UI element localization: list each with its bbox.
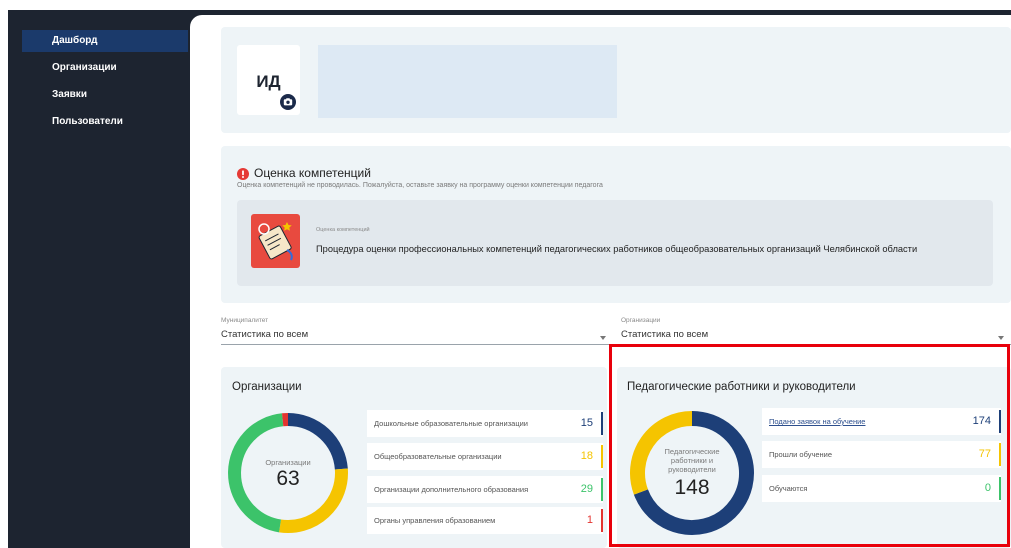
widget-title: Педагогические работники и руководители bbox=[627, 381, 856, 393]
organization-select[interactable]: Организации Статистика по всем bbox=[621, 316, 1011, 345]
legend-label: Общеобразовательные организации bbox=[374, 452, 502, 461]
legend-row: Органы управления образованием 1 bbox=[367, 507, 603, 534]
profile-info-placeholder bbox=[318, 45, 617, 118]
sidebar: Дашборд Организации Заявки Пользователи bbox=[8, 10, 190, 548]
legend-color-bar bbox=[601, 478, 603, 501]
municipality-value: Статистика по всем bbox=[221, 329, 309, 340]
legend-color-bar bbox=[999, 410, 1001, 433]
widget-title: Организации bbox=[232, 381, 302, 393]
legend-value: 0 bbox=[984, 482, 991, 494]
legend-value: 174 bbox=[972, 415, 991, 427]
exclamation-circle-icon bbox=[237, 167, 249, 180]
legend-row: Прошли обучение 77 bbox=[762, 441, 1001, 468]
competency-card: Оценка компетенций Оценка компетенций не… bbox=[221, 146, 1011, 303]
legend-color-bar bbox=[601, 445, 603, 468]
camera-icon[interactable] bbox=[280, 94, 296, 110]
avatar-initials: ИД bbox=[256, 72, 281, 91]
legend-label: Обучаются bbox=[769, 484, 808, 493]
organization-value: Статистика по всем bbox=[621, 329, 709, 340]
legend-color-bar bbox=[999, 477, 1001, 500]
legend-color-bar bbox=[601, 509, 603, 532]
profile-card: ИД bbox=[221, 27, 1011, 133]
app-window: Дашборд Организации Заявки Пользователи … bbox=[0, 0, 1011, 548]
donut-center-label: Организации bbox=[265, 458, 311, 467]
sidebar-item-organizations[interactable]: Организации bbox=[22, 57, 188, 79]
legend-row: Подано заявок на обучение 174 bbox=[762, 408, 1001, 435]
organizations-widget: Организации Организации 63 Дошкольные об… bbox=[221, 367, 607, 548]
teachers-widget: Педагогические работники и руководители … bbox=[617, 367, 1011, 548]
legend-label: Органы управления образованием bbox=[374, 516, 496, 525]
legend-color-bar bbox=[601, 412, 603, 435]
sidebar-item-requests[interactable]: Заявки bbox=[22, 84, 188, 106]
legend-value: 29 bbox=[580, 483, 593, 495]
donut-center-label: Педагогические работники и руководители bbox=[664, 447, 720, 474]
chevron-down-icon[interactable] bbox=[998, 336, 1004, 340]
legend-value: 15 bbox=[580, 417, 593, 429]
legend-row: Дошкольные образовательные организации 1… bbox=[367, 410, 603, 437]
legend-label: Прошли обучение bbox=[769, 450, 833, 459]
main-content: ИД Оценка компетенций Оценка компетенций… bbox=[190, 15, 1011, 548]
legend-row: Общеобразовательные организации 18 bbox=[367, 443, 603, 470]
organization-label: Организации bbox=[621, 317, 661, 324]
legend-row: Обучаются 0 bbox=[762, 475, 1001, 502]
legend-value: 18 bbox=[580, 450, 593, 462]
avatar[interactable]: ИД bbox=[237, 45, 300, 115]
program-title: Процедура оценки профессиональных компет… bbox=[316, 244, 918, 254]
municipality-label: Муниципалитет bbox=[221, 317, 269, 324]
legend-label: Организации дополнительного образования bbox=[374, 485, 529, 494]
competency-program-card[interactable]: Оценка компетенций Процедура оценки проф… bbox=[237, 200, 993, 286]
donut-center-value: 148 bbox=[674, 476, 710, 499]
competency-subtitle: Оценка компетенций не проводилась. Пожал… bbox=[237, 182, 603, 189]
chevron-down-icon[interactable] bbox=[600, 336, 606, 340]
applications-link[interactable]: Подано заявок на обучение bbox=[769, 408, 865, 435]
legend-color-bar bbox=[999, 443, 1001, 466]
competency-title: Оценка компетенций bbox=[254, 166, 371, 180]
legend-row: Организации дополнительного образования … bbox=[367, 476, 603, 503]
sidebar-item-users[interactable]: Пользователи bbox=[22, 111, 188, 133]
sidebar-item-dashboard[interactable]: Дашборд bbox=[22, 30, 188, 52]
municipality-select[interactable]: Муниципалитет Статистика по всем bbox=[221, 316, 610, 345]
legend-label: Дошкольные образовательные организации bbox=[374, 419, 528, 428]
program-label: Оценка компетенций bbox=[316, 227, 370, 233]
competency-illustration bbox=[251, 214, 300, 268]
donut-center-value: 63 bbox=[276, 467, 300, 490]
legend-value: 77 bbox=[978, 448, 991, 460]
legend-value: 1 bbox=[586, 514, 593, 526]
